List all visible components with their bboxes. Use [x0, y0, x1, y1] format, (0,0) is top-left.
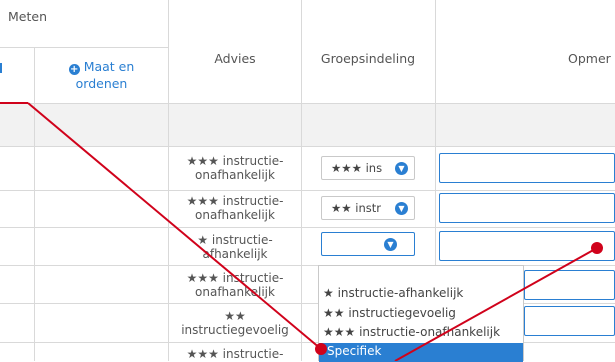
- column-header-advies: Advies: [214, 51, 256, 66]
- opmerking-input[interactable]: [524, 306, 615, 336]
- opmerking-input[interactable]: [524, 270, 615, 300]
- grid-line: [0, 227, 615, 228]
- chevron-down-icon: ▼: [395, 162, 408, 175]
- dropdown-option[interactable]: ★★ instructiegevoelig: [323, 306, 456, 320]
- section-band: [0, 104, 615, 146]
- advies-cell: ★★★ instructie-: [186, 347, 284, 361]
- advies-cell: ★★ instructiegevoelig: [181, 309, 289, 337]
- grid-line: [0, 103, 615, 104]
- groepsindeling-select[interactable]: ★★★ ins ▼: [321, 156, 415, 180]
- dropdown-option-highlighted[interactable]: Specifiek: [319, 343, 523, 362]
- opmerking-input[interactable]: [439, 193, 615, 223]
- grid-line: [0, 47, 168, 48]
- groepsindeling-select-open[interactable]: ▼: [321, 232, 415, 256]
- advies-cell: ★★★ instructie-onafhankelijk: [186, 271, 284, 299]
- groepsindeling-dropdown: ★ instructie-afhankelijk ★★ instructiege…: [318, 265, 524, 362]
- chevron-down-icon: ▼: [395, 202, 408, 215]
- column-header-groepsindeling: Groepsindeling: [320, 51, 416, 66]
- advies-cell: ★★★ instructie-onafhankelijk: [186, 154, 284, 182]
- opmerking-input[interactable]: [439, 231, 615, 261]
- groepsindeling-select[interactable]: ★★ instr ▼: [321, 196, 415, 220]
- advies-cell: ★★★ instructie-onafhankelijk: [186, 194, 284, 222]
- column-header-opmerkingen: Opmer: [568, 51, 611, 66]
- maat-en-ordenen-link[interactable]: + Maat en ordenen: [35, 58, 168, 92]
- plus-circle-icon: +: [68, 64, 80, 75]
- grid-line: [34, 47, 35, 361]
- opmerking-input[interactable]: [439, 153, 615, 183]
- dropdown-option[interactable]: ★★★ instructie-onafhankelijk: [323, 325, 500, 339]
- prev-column-link-partial[interactable]: [0, 60, 10, 77]
- dropdown-option[interactable]: ★ instructie-afhankelijk: [323, 286, 463, 300]
- grid-line: [0, 190, 615, 191]
- grid-line: [0, 146, 615, 147]
- advies-cell: ★ instructie-afhankelijk: [197, 233, 273, 261]
- column-group-meten: Meten: [8, 9, 47, 24]
- chevron-down-icon: ▼: [384, 238, 397, 251]
